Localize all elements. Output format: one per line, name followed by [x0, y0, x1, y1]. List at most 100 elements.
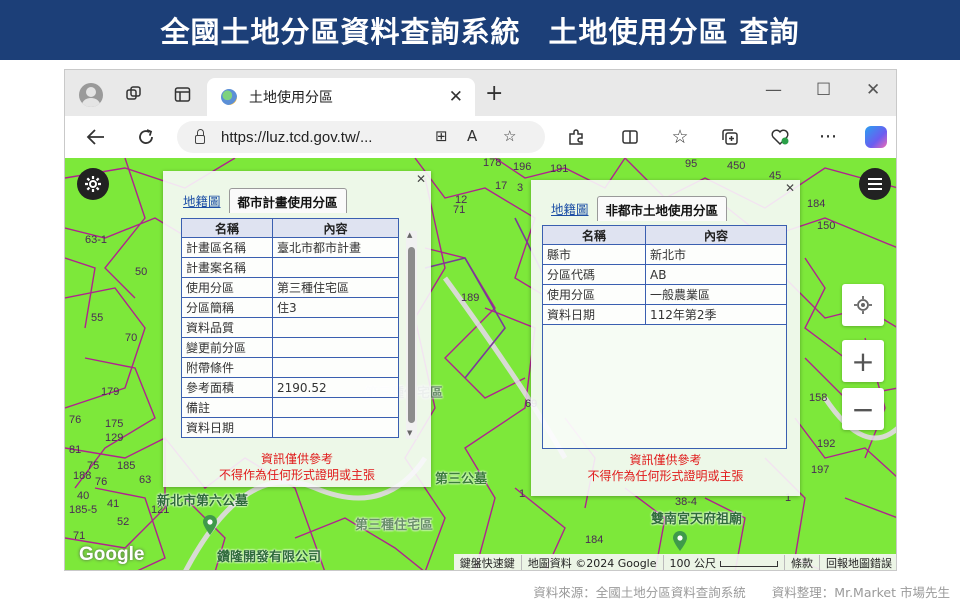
row-name: 資料品質 [181, 317, 273, 338]
panel-tabs: 地籍圖 都市計畫使用分區 [175, 188, 347, 213]
map-place-label: 第三種住宅區 [355, 517, 434, 532]
minimize-icon[interactable]: — [765, 80, 782, 100]
map-place-label[interactable]: 第三公墓 [435, 468, 487, 487]
row-value [272, 257, 399, 278]
refresh-icon[interactable] [133, 124, 159, 150]
map-place-label[interactable]: 新北市第六公墓 [157, 490, 248, 509]
non-urban-zoning-table: 名稱 內容 縣市 新北市 分區代碼 AB 使用分區 一般農業區 資料日期 112年第2季 [542, 225, 787, 325]
map-place-label[interactable]: 雙南宮天府祖廟 [651, 508, 742, 527]
collections-icon[interactable] [717, 124, 743, 150]
close-panel-icon[interactable]: ✕ [416, 172, 426, 186]
profile-avatar-icon[interactable] [79, 83, 103, 107]
browser-essentials-icon[interactable] [767, 124, 793, 150]
table-row: 使用分區 第三種住宅區 [181, 277, 399, 298]
tab-land-use-zoning[interactable]: 土地使用分區 ✕ [207, 78, 475, 116]
tab-urban-zoning[interactable]: 都市計畫使用分區 [228, 188, 347, 213]
row-value [272, 417, 399, 438]
vertical-tabs-icon[interactable] [171, 83, 193, 105]
parcel-label: 3 [517, 182, 524, 194]
banner-title-left: 全國土地分區資料查詢系統 [160, 15, 521, 49]
parcel-label: 76 [69, 414, 82, 426]
tab-bar: 土地使用分區 ✕ + — ☐ ✕ [65, 70, 896, 116]
close-panel-icon[interactable]: ✕ [785, 181, 795, 195]
table-row: 資料日期 [181, 417, 399, 438]
parcel-label: 184 [807, 198, 826, 210]
app-available-icon[interactable]: ⊞ [435, 127, 448, 145]
table-row: 分區代碼 AB [542, 264, 787, 285]
back-icon[interactable] [83, 124, 109, 150]
parcel-label: 71 [73, 530, 86, 542]
zoom-in-button[interactable]: + [842, 340, 884, 382]
parcel-label: 55 [91, 312, 104, 324]
parcel-label: 95 [685, 158, 698, 170]
panel-scrollbar[interactable]: ▲ ▼ [406, 231, 417, 439]
lock-icon[interactable] [195, 129, 205, 144]
row-value: 112年第2季 [645, 304, 787, 325]
new-tab-icon[interactable]: + [485, 81, 503, 106]
terms-link[interactable]: 條款 [784, 555, 819, 570]
map-place-label[interactable]: 鑽隆開發有限公司 [217, 546, 321, 565]
browser-window: 土地使用分區 ✕ + — ☐ ✕ https://luz.tcd.gov.tw/… [64, 69, 897, 571]
google-logo: Google [79, 544, 145, 565]
row-value: 臺北市都市計畫 [272, 237, 399, 258]
zoom-out-button[interactable]: − [842, 388, 884, 430]
parcel-label: 185-5 [69, 504, 98, 516]
scale-bar [720, 561, 778, 567]
row-name: 使用分區 [181, 277, 273, 298]
tab-cadastral-map[interactable]: 地籍圖 [543, 196, 597, 221]
scale-text: 100 公尺 [669, 557, 717, 570]
data-source-text: 資料來源：全國土地分區資料查詢系統 [533, 585, 746, 600]
title-banner: 全國土地分區資料查詢系統 土地使用分區 查詢 [0, 0, 960, 60]
row-value: 一般農業區 [645, 284, 787, 305]
split-screen-icon[interactable] [617, 124, 643, 150]
parcel-label: 17 [495, 180, 508, 192]
tab-non-urban-zoning[interactable]: 非都市土地使用分區 [596, 196, 728, 221]
map-canvas[interactable]: 178 196 191 95 450 45 12 17 3 71 63-1 50… [65, 158, 896, 570]
column-header-content: 內容 [272, 218, 399, 238]
scale-indicator[interactable]: 100 公尺 [662, 555, 785, 570]
maximize-icon[interactable]: ☐ [816, 80, 831, 100]
table-header-row: 名稱 內容 [542, 225, 787, 245]
parcel-label: 81 [69, 444, 82, 456]
copilot-icon[interactable] [863, 124, 889, 150]
panel-tabs: 地籍圖 非都市土地使用分區 [543, 196, 728, 221]
map-pin-icon[interactable] [201, 514, 219, 536]
read-aloud-icon[interactable]: A [467, 127, 477, 145]
scroll-down-arrow-icon[interactable]: ▼ [407, 429, 412, 437]
settings-gear-icon[interactable] [77, 168, 109, 200]
column-header-name: 名稱 [181, 218, 273, 238]
report-map-error-link[interactable]: 回報地圖錯誤 [819, 555, 896, 570]
row-value: AB [645, 264, 787, 285]
extensions-icon[interactable] [563, 124, 589, 150]
tab-cadastral-map[interactable]: 地籍圖 [175, 188, 229, 213]
parcel-label: 52 [117, 516, 130, 528]
more-options-icon[interactable]: ··· [815, 124, 841, 150]
map-pin-icon[interactable] [671, 530, 689, 552]
row-value [272, 397, 399, 418]
parcel-label: 179 [101, 386, 120, 398]
parcel-label: 71 [453, 204, 466, 216]
close-window-icon[interactable]: ✕ [866, 80, 880, 100]
parcel-label: 40 [77, 490, 90, 502]
favorites-icon[interactable]: ☆ [667, 124, 693, 150]
parcel-label: 63-1 [85, 234, 108, 246]
address-bar[interactable]: https://luz.tcd.gov.tw/... ⊞ A ☆ [177, 121, 545, 153]
row-name: 備註 [181, 397, 273, 418]
banner-title-right: 土地使用分區 查詢 [548, 15, 800, 49]
url-text[interactable]: https://luz.tcd.gov.tw/... [221, 129, 372, 146]
my-location-icon[interactable] [842, 284, 884, 326]
parcel-label: 129 [105, 432, 124, 444]
favorite-star-icon[interactable]: ☆ [503, 127, 516, 145]
row-value: 新北市 [645, 244, 787, 265]
disclaimer: 資訊僅供參考 不得作為任何形式證明或主張 [531, 452, 800, 484]
parcel-label: 178 [483, 158, 502, 169]
scroll-up-arrow-icon[interactable]: ▲ [407, 231, 412, 239]
keyboard-shortcuts-link[interactable]: 鍵盤快速鍵 [454, 555, 521, 570]
parcel-label: 158 [809, 392, 828, 404]
menu-hamburger-icon[interactable] [859, 168, 891, 200]
scrollbar-thumb[interactable] [408, 247, 415, 423]
workspaces-icon[interactable] [123, 83, 145, 105]
parcel-label: 38-4 [675, 496, 698, 508]
close-tab-icon[interactable]: ✕ [449, 87, 463, 107]
table-row: 參考面積 2190.52 [181, 377, 399, 398]
